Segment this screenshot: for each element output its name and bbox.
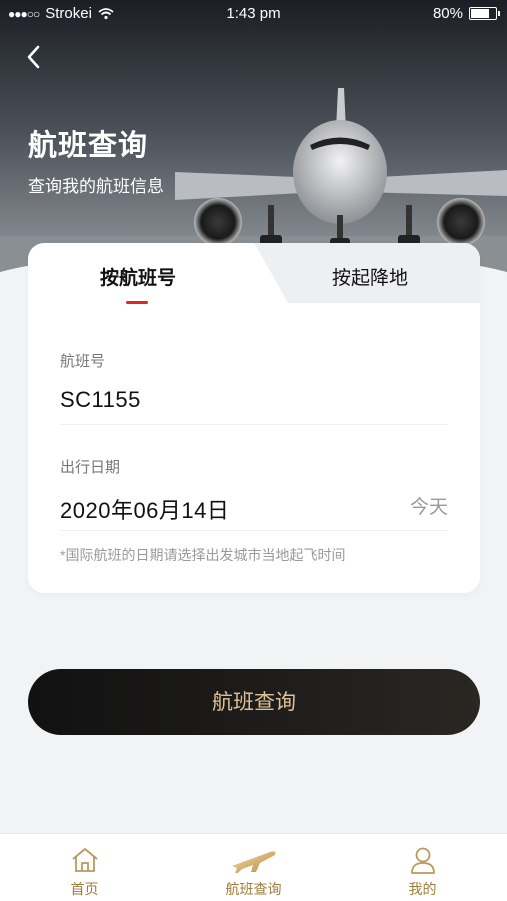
status-time: 1:43 pm	[226, 5, 281, 22]
back-arrow-icon	[27, 45, 40, 69]
nav-mine-label: 我的	[408, 881, 437, 897]
back-button[interactable]	[20, 40, 50, 74]
query-card: 按航班号 按起降地 航班号 SC1155 出行日期 2020年06月14日 今天…	[28, 243, 480, 593]
divider	[60, 424, 448, 425]
nav-home-label: 首页	[70, 881, 99, 897]
battery-percent: 80%	[432, 5, 463, 22]
tab-bar: 按航班号 按起降地	[28, 243, 480, 304]
search-flight-button[interactable]: 航班查询	[28, 669, 480, 735]
home-icon	[71, 848, 98, 872]
status-bar: ●●●○○ Strokei 1:43 pm 80%	[0, 0, 507, 28]
bottom-nav: 首页 航班查询 我的	[0, 833, 507, 901]
travel-date-field[interactable]: 出行日期 2020年06月14日 今天	[60, 456, 448, 531]
divider	[60, 530, 448, 531]
nav-flight-query[interactable]: 航班查询	[169, 834, 338, 901]
status-right: 80%	[432, 5, 500, 22]
nav-flight-query-label: 航班查询	[225, 881, 282, 897]
page-title: 航班查询	[28, 130, 149, 162]
user-icon	[410, 847, 435, 874]
nav-home[interactable]: 首页	[0, 834, 169, 901]
today-shortcut[interactable]: 今天	[410, 492, 448, 519]
flight-number-label: 航班号	[60, 353, 106, 370]
flight-number-field[interactable]: 航班号 SC1155	[60, 350, 448, 425]
travel-date-value[interactable]: 2020年06月14日	[60, 493, 448, 525]
page-subtitle: 查询我的航班信息	[28, 177, 164, 196]
tab-by-flight-number[interactable]: 按航班号	[28, 243, 248, 303]
battery-fill	[471, 9, 489, 18]
travel-date-label: 出行日期	[60, 459, 121, 476]
battery-icon	[469, 7, 500, 20]
flight-number-input[interactable]: SC1155	[60, 387, 448, 413]
tab-by-city[interactable]: 按起降地	[260, 243, 480, 303]
plane-icon	[231, 851, 275, 873]
international-flight-note: *国际航班的日期请选择出发城市当地起飞时间	[60, 547, 346, 563]
nav-mine[interactable]: 我的	[338, 834, 507, 901]
active-tab-indicator	[126, 301, 148, 304]
